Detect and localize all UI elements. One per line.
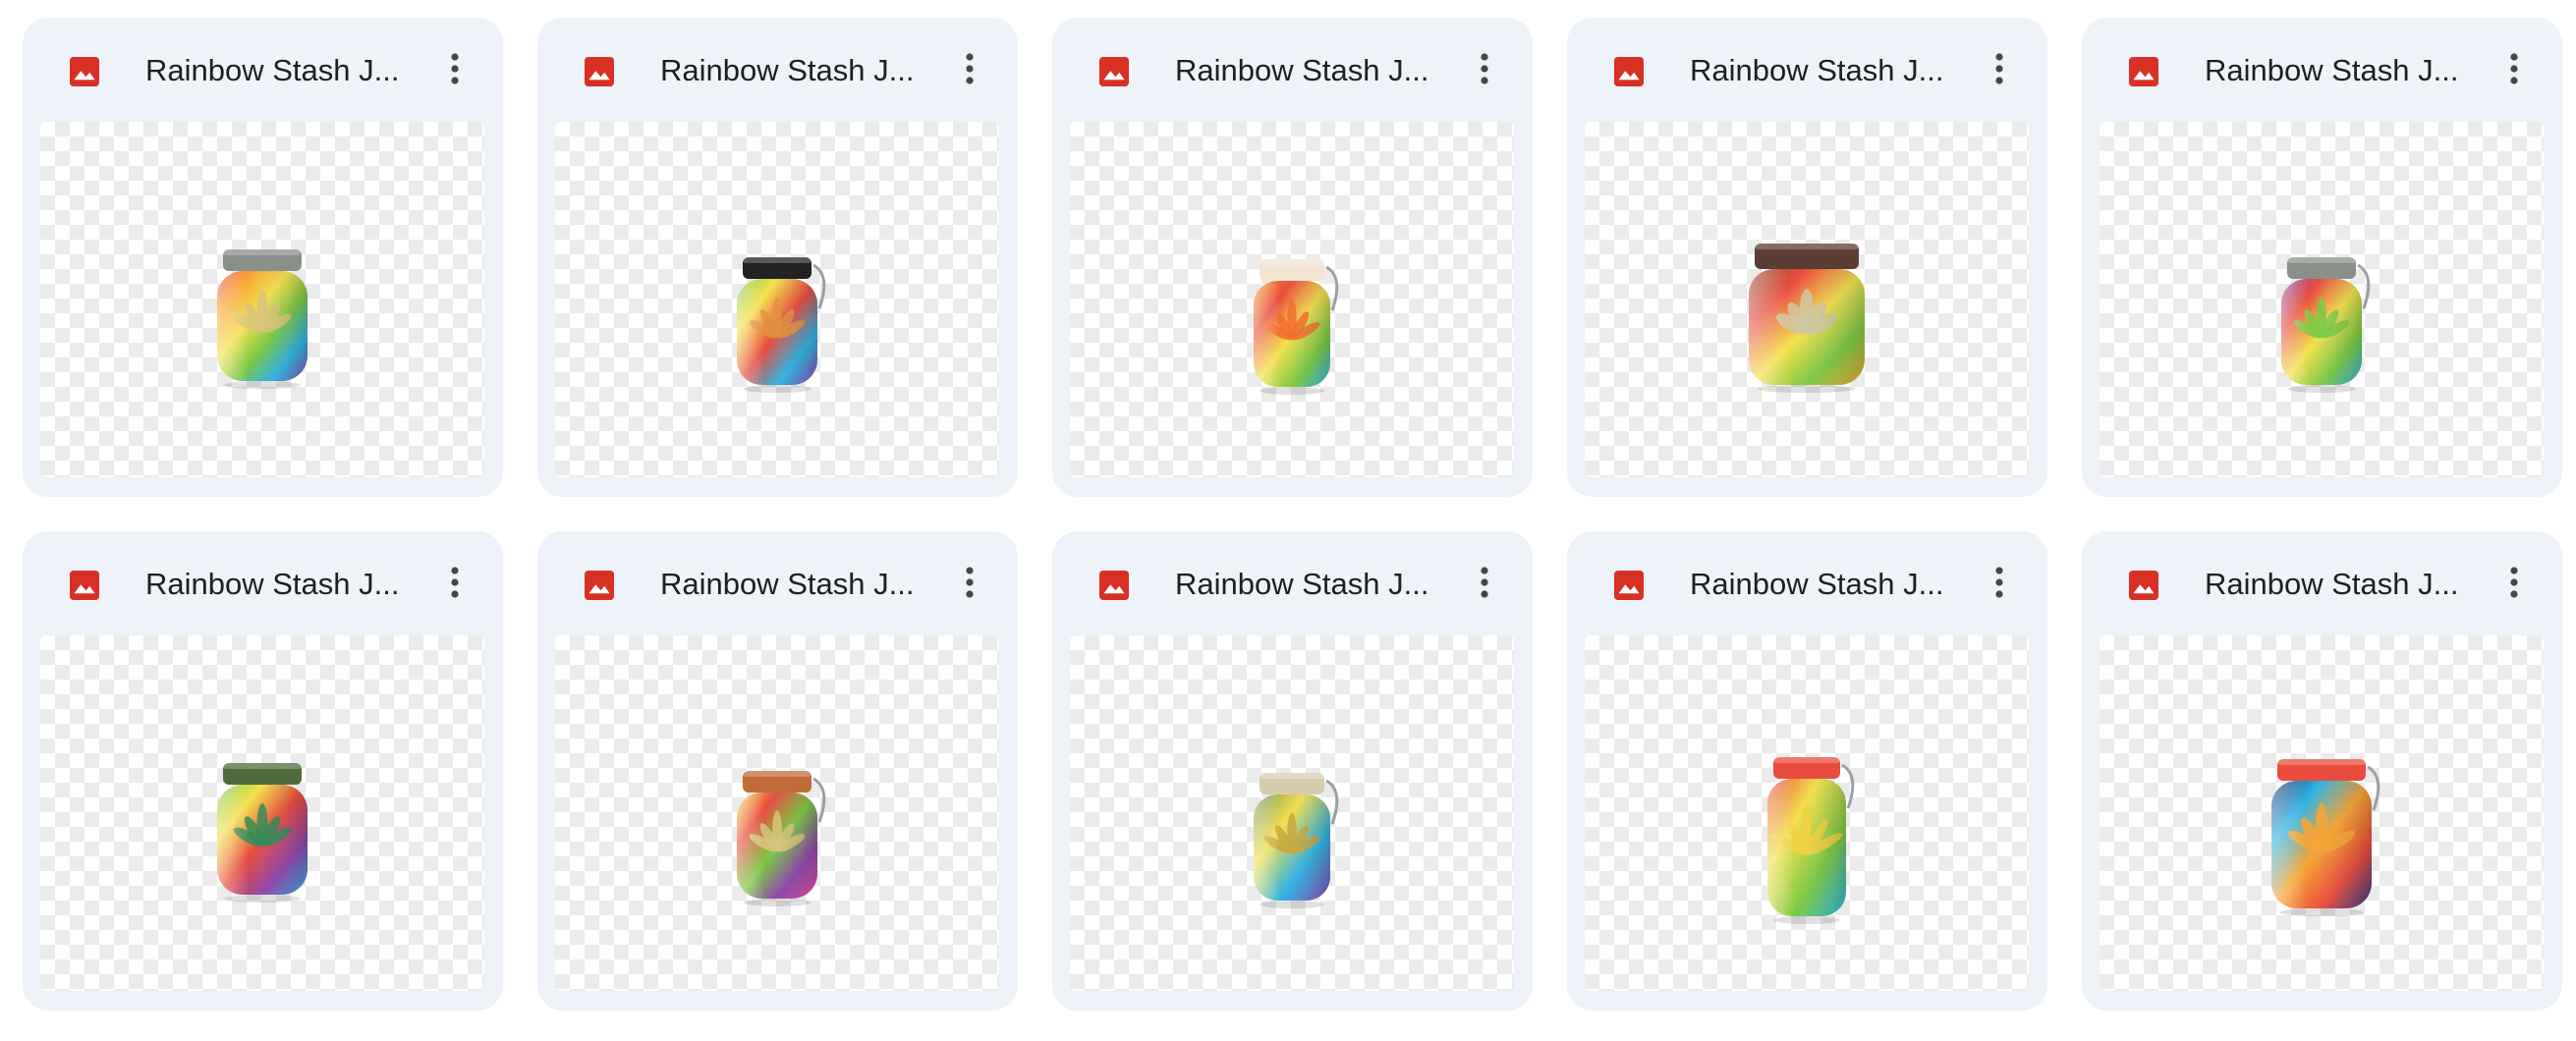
more-actions-button[interactable] <box>2487 43 2542 98</box>
more-actions-button[interactable] <box>1457 557 1512 612</box>
jar-image <box>217 249 308 389</box>
more-actions-button[interactable] <box>1457 43 1512 98</box>
file-thumbnail[interactable] <box>1585 122 2029 477</box>
file-thumbnail[interactable] <box>1070 122 1514 477</box>
file-thumbnail[interactable] <box>555 122 999 477</box>
file-card[interactable]: Rainbow Stash J... <box>1567 18 2047 497</box>
file-card-header: Rainbow Stash J... <box>1052 18 1533 122</box>
more-actions-button[interactable] <box>942 557 997 612</box>
file-card[interactable]: Rainbow Stash J... <box>1052 531 1533 1011</box>
file-card[interactable]: Rainbow Stash J... <box>2082 531 2562 1011</box>
more-vert-icon <box>964 51 976 91</box>
image-file-icon <box>1611 568 1647 603</box>
more-actions-button[interactable] <box>427 43 482 98</box>
jar-image <box>2281 257 2371 393</box>
image-file-icon <box>2126 568 2161 603</box>
jar-image <box>2271 759 2380 916</box>
more-vert-icon <box>964 565 976 605</box>
file-thumbnail[interactable] <box>2100 635 2544 991</box>
file-thumbnail[interactable] <box>40 635 484 991</box>
file-title[interactable]: Rainbow Stash J... <box>660 51 916 90</box>
file-card[interactable]: Rainbow Stash J... <box>537 18 1018 497</box>
file-thumbnail[interactable] <box>1585 635 2029 991</box>
file-card-header: Rainbow Stash J... <box>537 531 1018 635</box>
file-title[interactable]: Rainbow Stash J... <box>1690 565 1945 604</box>
file-card-header: Rainbow Stash J... <box>23 531 503 635</box>
image-file-icon <box>67 54 102 89</box>
more-actions-button[interactable] <box>942 43 997 98</box>
file-title[interactable]: Rainbow Stash J... <box>145 565 401 604</box>
file-title[interactable]: Rainbow Stash J... <box>660 565 916 604</box>
file-card-header: Rainbow Stash J... <box>2082 531 2562 635</box>
jar-image <box>1254 259 1339 395</box>
file-card[interactable]: Rainbow Stash J... <box>23 531 503 1011</box>
image-file-icon <box>1096 54 1132 89</box>
file-title[interactable]: Rainbow Stash J... <box>1690 51 1945 90</box>
file-card-header: Rainbow Stash J... <box>23 18 503 122</box>
file-title[interactable]: Rainbow Stash J... <box>145 51 401 90</box>
file-thumbnail[interactable] <box>1070 635 1514 991</box>
image-file-icon <box>582 54 617 89</box>
file-card-header: Rainbow Stash J... <box>1052 531 1533 635</box>
file-card[interactable]: Rainbow Stash J... <box>537 531 1018 1011</box>
jar-image <box>217 763 308 903</box>
more-vert-icon <box>449 51 461 91</box>
image-file-icon <box>1096 568 1132 603</box>
file-card-header: Rainbow Stash J... <box>1567 18 2047 122</box>
file-card-header: Rainbow Stash J... <box>1567 531 2047 635</box>
file-thumbnail[interactable] <box>2100 122 2544 477</box>
more-vert-icon <box>1993 565 2005 605</box>
jar-image <box>737 257 826 393</box>
more-vert-icon <box>2508 51 2520 91</box>
more-vert-icon <box>2508 565 2520 605</box>
more-vert-icon <box>449 565 461 605</box>
more-vert-icon <box>1479 565 1490 605</box>
more-actions-button[interactable] <box>427 557 482 612</box>
file-card-header: Rainbow Stash J... <box>2082 18 2562 122</box>
more-actions-button[interactable] <box>1972 43 2027 98</box>
more-actions-button[interactable] <box>1972 557 2027 612</box>
image-file-icon <box>2126 54 2161 89</box>
image-file-icon <box>1611 54 1647 89</box>
image-file-icon <box>67 568 102 603</box>
more-vert-icon <box>1993 51 2005 91</box>
file-card[interactable]: Rainbow Stash J... <box>23 18 503 497</box>
image-file-icon <box>582 568 617 603</box>
file-title[interactable]: Rainbow Stash J... <box>2205 51 2460 90</box>
file-card[interactable]: Rainbow Stash J... <box>2082 18 2562 497</box>
file-grid: Rainbow Stash J... Rainbow Stash J... Rain… <box>23 18 2562 1011</box>
file-card[interactable]: Rainbow Stash J... <box>1052 18 1533 497</box>
file-card-header: Rainbow Stash J... <box>537 18 1018 122</box>
file-card[interactable]: Rainbow Stash J... <box>1567 531 2047 1011</box>
file-title[interactable]: Rainbow Stash J... <box>1175 51 1430 90</box>
more-vert-icon <box>1479 51 1490 91</box>
jar-image <box>1767 757 1855 924</box>
more-actions-button[interactable] <box>2487 557 2542 612</box>
file-title[interactable]: Rainbow Stash J... <box>2205 565 2460 604</box>
file-thumbnail[interactable] <box>40 122 484 477</box>
jar-image <box>1749 244 1865 393</box>
file-title[interactable]: Rainbow Stash J... <box>1175 565 1430 604</box>
jar-image <box>737 771 826 906</box>
jar-image <box>1254 773 1339 908</box>
file-thumbnail[interactable] <box>555 635 999 991</box>
